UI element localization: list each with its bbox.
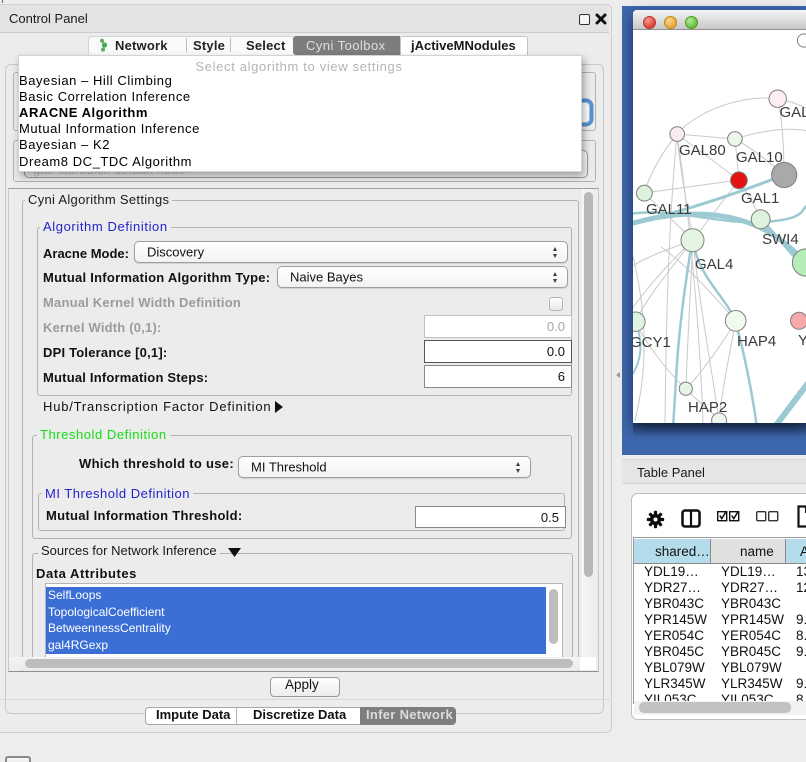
svg-text:SWI4: SWI4 [762,231,799,248]
svg-text:GAL4: GAL4 [695,256,733,273]
svg-text:HAP2: HAP2 [688,399,727,416]
svg-text:GAL1: GAL1 [741,190,779,207]
svg-text:Y: Y [798,332,806,349]
svg-text:HAP4: HAP4 [737,333,776,350]
svg-text:GCY1: GCY1 [633,334,671,351]
svg-text:GAL10: GAL10 [736,149,783,166]
svg-text:GAL11: GAL11 [646,201,692,218]
svg-text:GAL: GAL [780,104,806,121]
svg-text:GAL80: GAL80 [679,142,726,159]
